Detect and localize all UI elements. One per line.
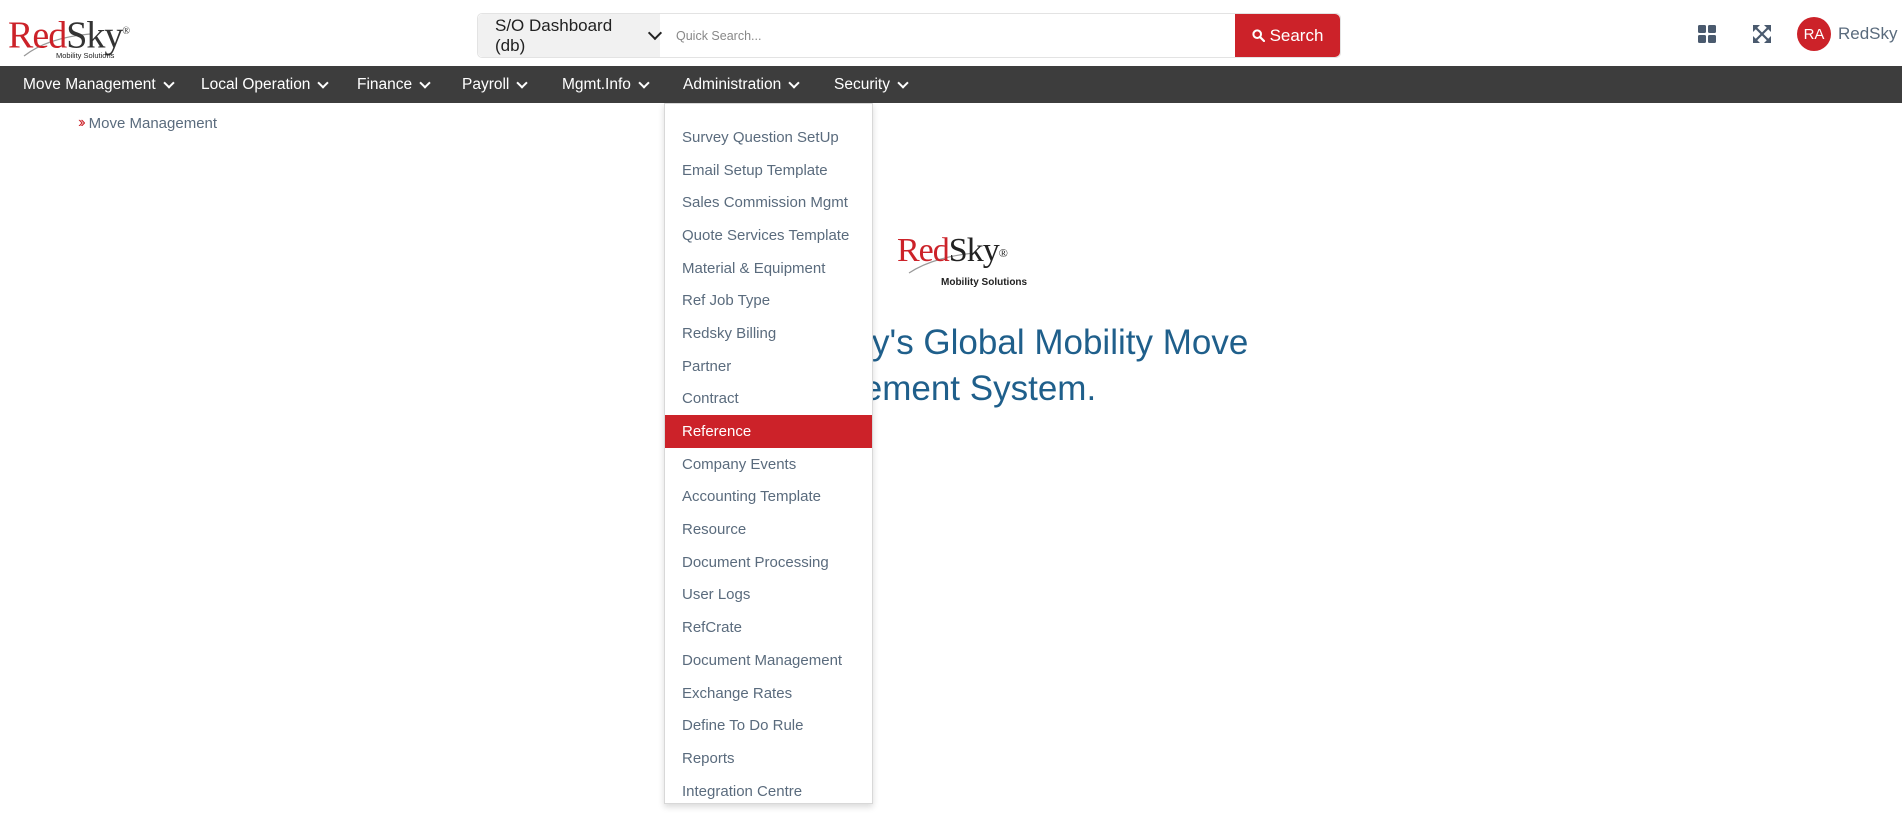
nav-label: Payroll: [462, 75, 510, 93]
apps-grid-icon[interactable]: [1697, 24, 1717, 44]
menu-item-resource[interactable]: Resource: [665, 513, 872, 546]
nav-label: Local Operation: [201, 75, 311, 93]
expand-icon[interactable]: [1752, 24, 1772, 44]
chevron-down-icon: [516, 76, 529, 89]
chevron-down-icon: [419, 76, 431, 89]
menu-item-contract[interactable]: Contract: [665, 383, 872, 416]
breadcrumb[interactable]: ›› Move Management: [78, 114, 217, 132]
nav-administration[interactable]: Administration: [683, 66, 800, 103]
top-header: RedSky® Mobility Solutions S/O Dashboard…: [0, 0, 1902, 66]
nav-security[interactable]: Security: [834, 66, 909, 103]
menu-item-define-to-do-rule[interactable]: Define To Do Rule: [665, 709, 872, 742]
nav-label: Finance: [357, 75, 413, 93]
nav-mgmt-info[interactable]: Mgmt.Info: [562, 66, 650, 103]
menu-item-sales-commission-mgmt[interactable]: Sales Commission Mgmt: [665, 186, 872, 219]
menu-item-user-logs[interactable]: User Logs: [665, 579, 872, 612]
nav-label: Move Management: [23, 75, 156, 93]
nav-label: Mgmt.Info: [562, 75, 631, 93]
chevron-down-icon: [317, 76, 330, 89]
search-button-label: Search: [1269, 25, 1324, 45]
logo-wordmark: RedSky®: [897, 232, 1008, 269]
menu-item-refcrate[interactable]: RefCrate: [665, 611, 872, 644]
search-icon: [1251, 29, 1265, 42]
user-name[interactable]: RedSky: [1838, 24, 1898, 44]
avatar[interactable]: RA: [1797, 17, 1831, 51]
logo-wordmark: RedSky®: [8, 14, 130, 57]
menu-item-redsky-billing[interactable]: Redsky Billing: [665, 317, 872, 350]
center-redsky-logo: RedSky® Mobility Solutions: [897, 233, 1027, 293]
menu-item-company-events[interactable]: Company Events: [665, 448, 872, 481]
redsky-logo[interactable]: RedSky® Mobility Solutions: [8, 12, 130, 62]
search-bar: S/O Dashboard (db) Search: [477, 13, 1341, 58]
nav-local-operation[interactable]: Local Operation: [201, 66, 330, 103]
administration-dropdown-menu: Survey Question SetUp Email Setup Templa…: [664, 103, 873, 804]
nav-label: Security: [834, 75, 890, 93]
nav-move-management[interactable]: Move Management: [23, 66, 175, 103]
menu-item-survey-question-setup[interactable]: Survey Question SetUp: [665, 121, 872, 154]
menu-item-material-equipment[interactable]: Material & Equipment: [665, 252, 872, 285]
nav-label: Administration: [683, 75, 782, 93]
dashboard-select[interactable]: S/O Dashboard (db): [478, 14, 663, 57]
menu-item-ref-job-type[interactable]: Ref Job Type: [665, 284, 872, 317]
menu-item-email-setup-template[interactable]: Email Setup Template: [665, 154, 872, 187]
menu-item-document-management[interactable]: Document Management: [665, 644, 872, 677]
nav-payroll[interactable]: Payroll: [462, 66, 529, 103]
search-button[interactable]: Search: [1235, 14, 1340, 57]
dashboard-select-value: S/O Dashboard (db): [495, 15, 613, 55]
menu-item-accounting-template[interactable]: Accounting Template: [665, 481, 872, 514]
breadcrumb-label: Move Management: [88, 114, 218, 132]
menu-item-integration-centre[interactable]: Integration Centre: [665, 775, 872, 808]
menu-item-quote-services-template[interactable]: Quote Services Template: [665, 219, 872, 252]
main-nav: Move Management Local Operation Finance …: [0, 66, 1902, 103]
chevron-down-icon: [163, 76, 175, 89]
double-chevron-right-icon: ››: [78, 114, 85, 131]
menu-item-partner[interactable]: Partner: [665, 350, 872, 383]
menu-item-reference[interactable]: Reference: [665, 415, 872, 448]
logo-tagline: Mobility Solutions: [941, 277, 1028, 288]
menu-item-reports[interactable]: Reports: [665, 742, 872, 775]
chevron-down-icon: [788, 76, 800, 89]
chevron-down-icon: [638, 76, 650, 89]
nav-finance[interactable]: Finance: [357, 66, 431, 103]
menu-item-document-processing[interactable]: Document Processing: [665, 546, 872, 579]
chevron-down-icon: [897, 76, 909, 89]
menu-item-exchange-rates[interactable]: Exchange Rates: [665, 677, 872, 710]
quick-search-input[interactable]: [660, 14, 1235, 57]
logo-tagline: Mobility Solutions: [56, 51, 115, 60]
